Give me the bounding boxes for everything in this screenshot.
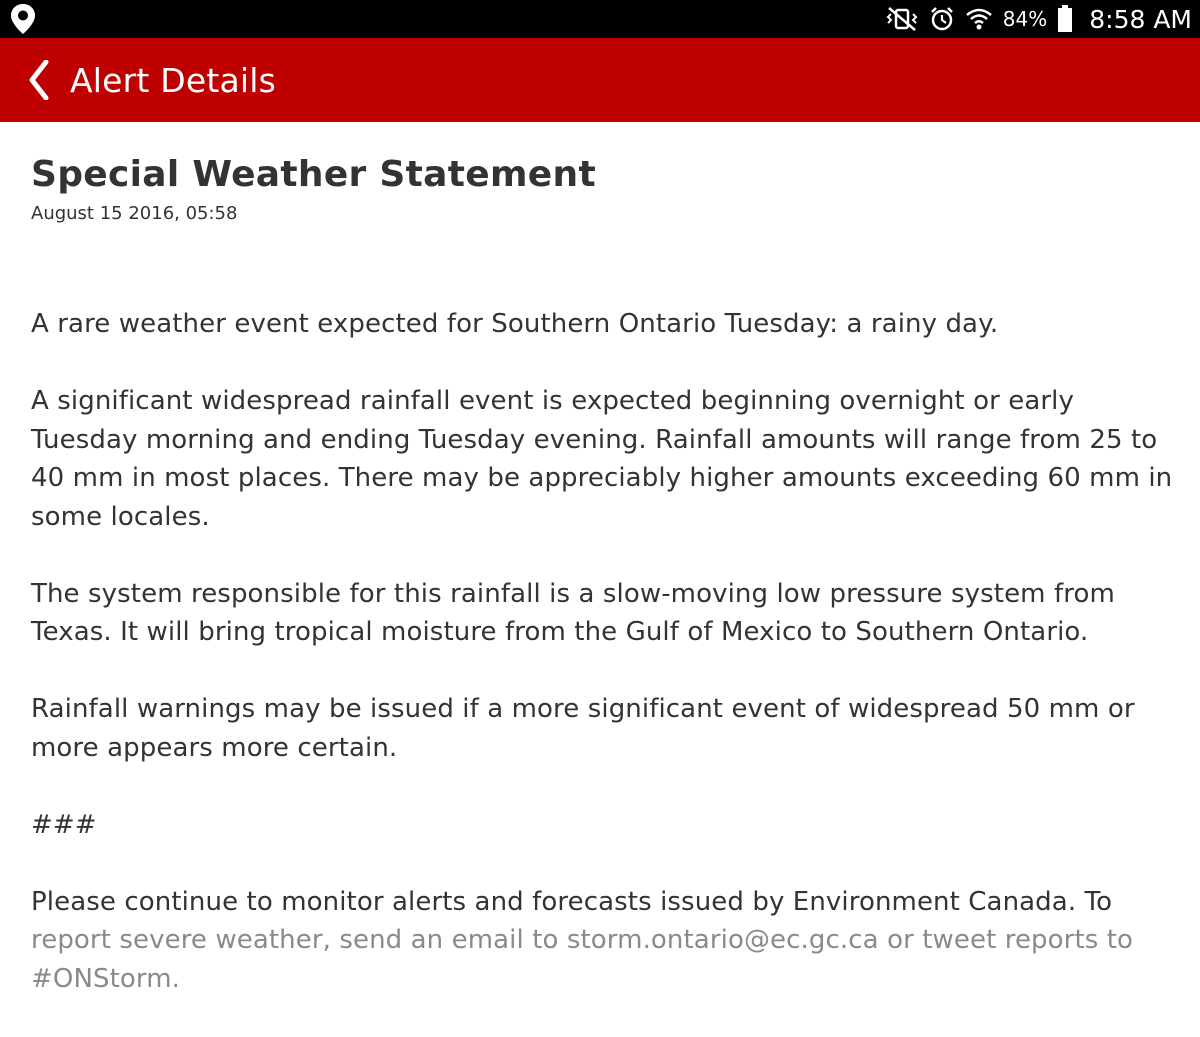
back-button[interactable]: Alert Details bbox=[0, 38, 276, 122]
alert-separator: ### bbox=[31, 809, 97, 840]
app-bar: Alert Details bbox=[0, 38, 1200, 122]
alert-paragraph: The system responsible for this rainfall… bbox=[31, 578, 1115, 648]
alert-title: Special Weather Statement bbox=[31, 154, 596, 195]
alert-paragraph: A rare weather event expected for Southe… bbox=[31, 309, 999, 339]
chevron-left-icon[interactable] bbox=[26, 60, 50, 100]
page-title: Alert Details bbox=[70, 60, 277, 100]
alert-date: August 15 2016, 05:58 bbox=[31, 203, 238, 224]
alert-paragraph: Rainfall warnings may be issued if a mor… bbox=[31, 694, 1135, 763]
alert-body[interactable]: A rare weather event expected for Southe… bbox=[31, 305, 1176, 1037]
alert-paragraph: A significant widespread rainfall event … bbox=[31, 386, 1173, 532]
location-pin-icon bbox=[10, 3, 40, 35]
status-clock: 8:58 AM bbox=[1089, 4, 1192, 34]
wifi-icon bbox=[965, 6, 993, 32]
battery-percent: 84% bbox=[1002, 7, 1048, 31]
alarm-icon bbox=[929, 6, 955, 32]
battery-icon bbox=[1057, 5, 1073, 33]
vibrate-mute-icon bbox=[885, 6, 919, 32]
alert-closing-faded: report severe weather, send an email to … bbox=[31, 925, 1134, 994]
status-bar: 84% 8:58 AM bbox=[0, 0, 1200, 38]
alert-closing-line: Please continue to monitor alerts and fo… bbox=[31, 886, 1113, 917]
